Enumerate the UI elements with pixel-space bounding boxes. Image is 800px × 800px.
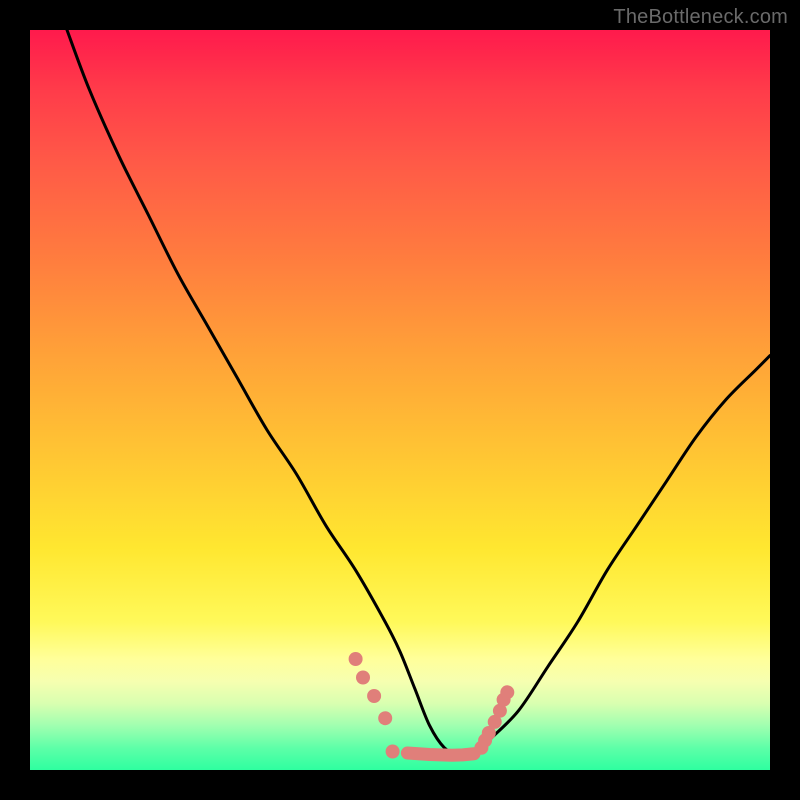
- bottleneck-curve: [67, 30, 770, 757]
- marker-dot: [356, 671, 370, 685]
- marker-plateau-stroke: [407, 753, 474, 755]
- marker-dot: [500, 685, 514, 699]
- marker-dot: [367, 689, 381, 703]
- curve-svg: [30, 30, 770, 770]
- marker-plateau: [407, 753, 474, 755]
- marker-dot: [349, 652, 363, 666]
- chart-frame: TheBottleneck.com: [0, 0, 800, 800]
- marker-cluster-left: [349, 652, 400, 759]
- watermark-text: TheBottleneck.com: [613, 6, 788, 29]
- plot-area: [30, 30, 770, 770]
- marker-dot: [386, 745, 400, 759]
- marker-dot: [378, 711, 392, 725]
